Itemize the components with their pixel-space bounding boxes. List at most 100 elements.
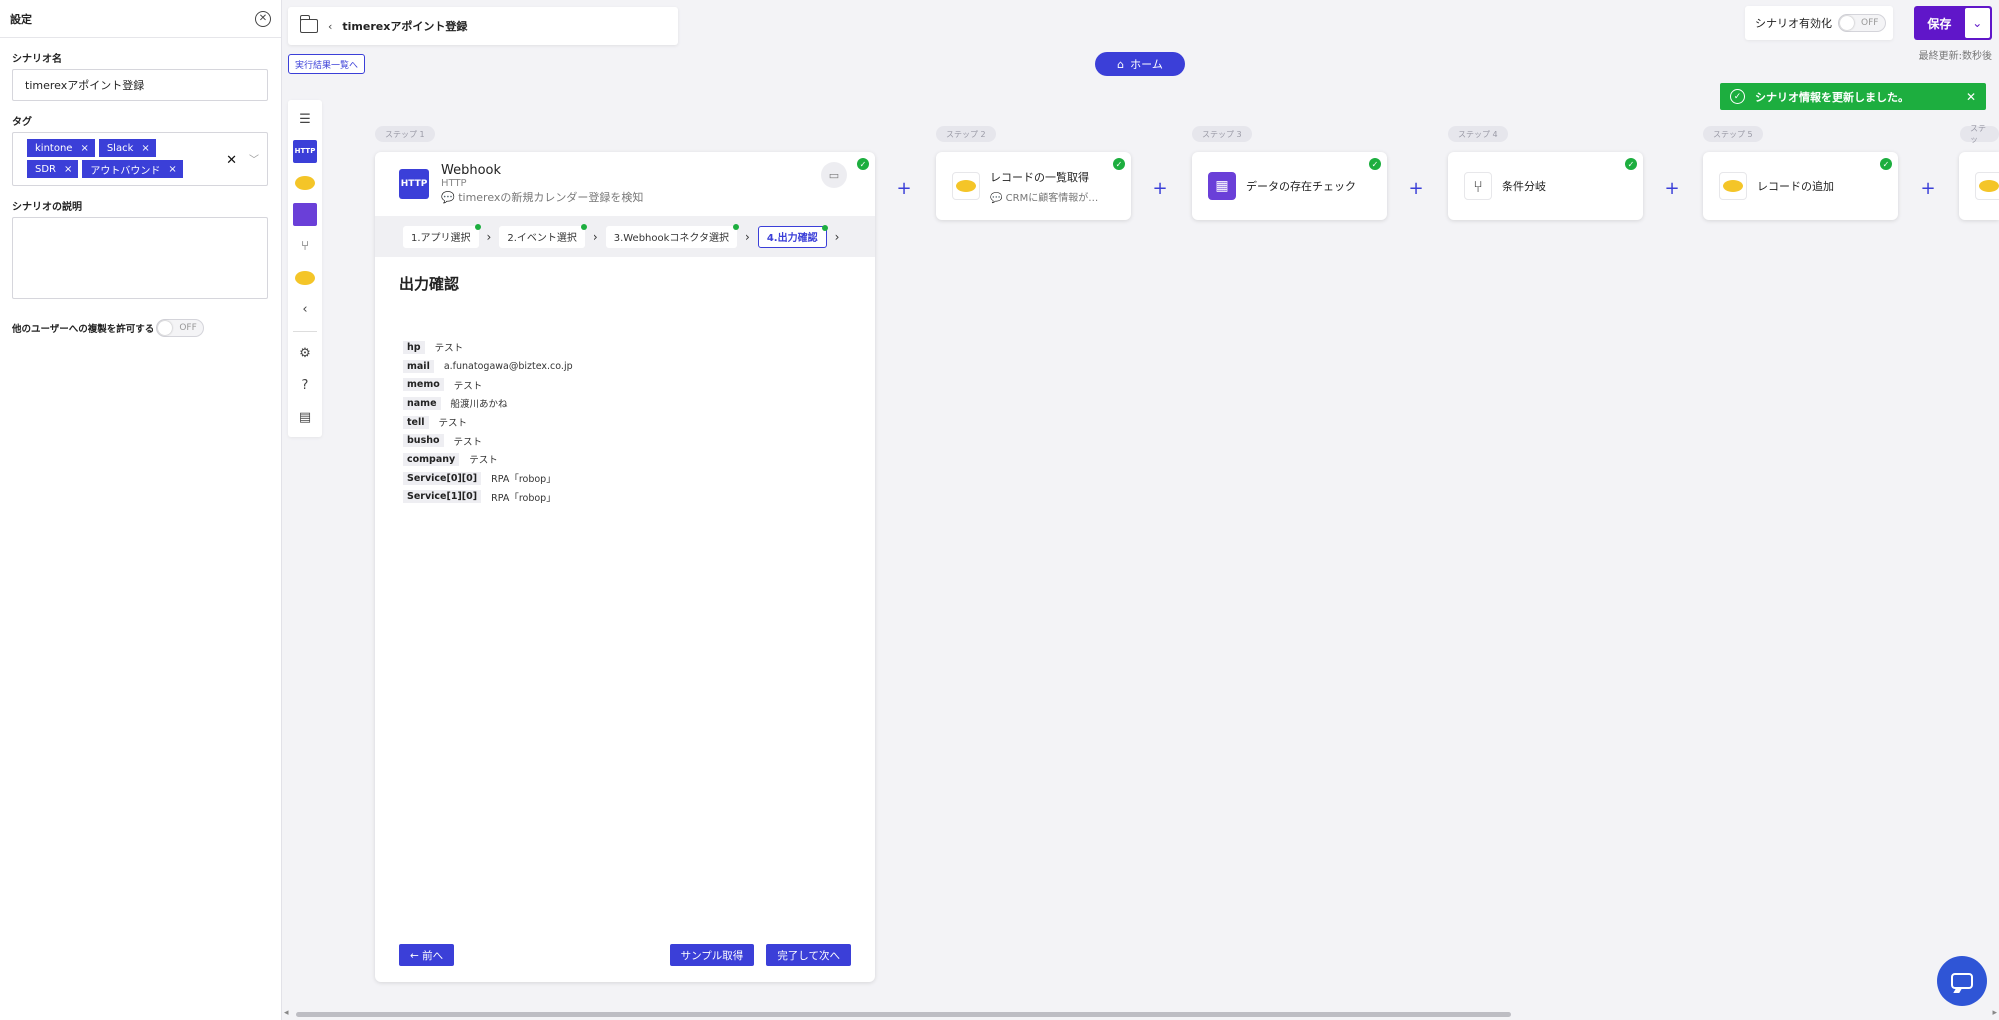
output-value: RPA「robop」 [491, 492, 556, 504]
remove-tag-icon[interactable]: × [168, 164, 176, 175]
enable-toggle[interactable]: OFF [1838, 14, 1886, 32]
check-icon: ✓ [1113, 158, 1125, 170]
output-value: a.funatogawa@biztex.co.jp [443, 360, 573, 372]
share-row: 他のユーザーへの複製を許可する OFF [12, 319, 281, 337]
add-step-button[interactable]: + [1662, 178, 1682, 199]
clear-tags-icon[interactable]: ✕ [226, 153, 237, 168]
tab-output-check[interactable]: 4.出力確認 [757, 224, 828, 248]
card-title: Webhook [441, 163, 502, 178]
tag-chip: Slack × [98, 139, 156, 157]
calendar-icon: ▦ [1208, 172, 1236, 200]
chevron-left-icon[interactable]: ‹ [328, 20, 332, 33]
share-label: 他のユーザーへの複製を許可する [12, 324, 155, 335]
kintone-step-icon[interactable] [293, 266, 317, 290]
collapse-icon[interactable]: ‹ [293, 298, 317, 322]
scrollbar-thumb[interactable] [296, 1012, 1511, 1017]
tag-chip: kintone × [27, 139, 95, 157]
output-row: tell テスト [403, 413, 875, 432]
kintone-step-icon[interactable] [293, 171, 317, 195]
scenario-enable: シナリオ有効化 OFF [1745, 6, 1893, 40]
add-step-button[interactable]: + [1918, 178, 1938, 199]
output-list: hp テスト mail a.funatogawa@biztex.co.jp memo… [403, 338, 875, 506]
scenario-name-input[interactable] [12, 69, 268, 101]
output-key: mail [403, 359, 434, 373]
save-button[interactable]: 保存 [1914, 15, 1965, 32]
tab-app-select[interactable]: 1.アプリ選択 [403, 223, 481, 248]
share-toggle[interactable]: OFF [156, 319, 205, 337]
remove-tag-icon[interactable]: × [64, 164, 72, 175]
chevron-right-icon: › [592, 229, 598, 244]
home-icon: ⌂ [1117, 57, 1125, 71]
step-card-record-add[interactable]: レコードの追加 ✓ [1703, 152, 1898, 220]
card-desc-text: timerexの新規カレンダー登録を検知 [458, 191, 644, 204]
support-chat-button[interactable] [1937, 956, 1987, 1006]
calendar-step-icon[interactable] [293, 202, 317, 227]
tab-label: 2.イベント選択 [507, 233, 577, 244]
folder-icon[interactable] [299, 15, 318, 33]
gear-icon[interactable]: ⚙ [293, 342, 317, 366]
settings-header: 設定 ✕ [0, 0, 281, 38]
close-icon[interactable]: ✕ [1966, 90, 1976, 104]
card-footer: ← 前へ サンプル取得 完了して次へ [399, 944, 851, 966]
status-dot [580, 223, 587, 230]
scroll-left-icon[interactable]: ◂ [284, 1008, 289, 1018]
remove-tag-icon[interactable]: × [141, 143, 149, 154]
branch-step-icon[interactable]: ⑂ [293, 234, 317, 258]
http-icon: HTTP [399, 169, 429, 199]
home-button[interactable]: ⌂ ホーム [1095, 52, 1185, 76]
tab-connector-select[interactable]: 3.Webhookコネクタ選択 [605, 223, 740, 248]
tag-label: アウトバウンド [90, 165, 161, 177]
chevron-right-icon: › [834, 229, 840, 244]
description-textarea[interactable] [12, 217, 268, 299]
tags-label: タグ [12, 117, 32, 128]
results-link[interactable]: 実行結果一覧へ [288, 54, 366, 74]
add-step-button[interactable]: + [894, 178, 914, 199]
status-dot [733, 223, 740, 230]
prev-button[interactable]: ← 前へ [399, 944, 455, 966]
output-value: 船渡川あかね [450, 399, 508, 411]
step-card-existence-check[interactable]: ▦ データの存在チェック ✓ [1192, 152, 1387, 220]
chevron-down-icon[interactable]: ﹀ [249, 151, 259, 166]
step-card-record-list[interactable]: レコードの一覧取得 💬 CRMに顧客情報が… ✓ [936, 152, 1131, 220]
output-key: name [403, 396, 441, 410]
tab-event-select[interactable]: 2.イベント選択 [499, 223, 587, 248]
scroll-right-icon[interactable]: ▸ [1992, 1008, 1997, 1018]
tag-chip: アウトバウンド × [82, 160, 183, 178]
status-dot [474, 223, 481, 230]
add-step-button[interactable]: + [1406, 178, 1426, 199]
card-app: HTTP [441, 178, 467, 189]
step-tag: ステップ 3 [1192, 126, 1252, 142]
step-tag: ステップ 1 [375, 126, 435, 142]
step-card-branch[interactable]: ⑂ 条件分岐 ✓ [1448, 152, 1643, 220]
step-card-partial[interactable] [1959, 152, 1999, 220]
settings-panel: 設定 ✕ シナリオ名 タグ kintone × Slack × SDR × アウトバウ… [0, 0, 282, 1020]
output-key: tell [403, 415, 429, 429]
tab-label: 1.アプリ選択 [411, 233, 471, 244]
log-icon[interactable]: ▤ [293, 405, 317, 429]
card-header: HTTP Webhook HTTP 💬 timerexの新規カレンダー登録を検知… [375, 152, 875, 216]
output-key: memo [403, 378, 444, 392]
check-icon: ✓ [1625, 158, 1637, 170]
horizontal-scrollbar[interactable]: ◂ ▸ [282, 1008, 1999, 1020]
sample-button[interactable]: サンプル取得 [669, 944, 755, 966]
chevron-right-icon: › [486, 229, 492, 244]
last-updated: 最終更新:数秒後 [1918, 51, 1992, 62]
chevron-down-icon[interactable]: ⌄ [1964, 8, 1990, 38]
help-icon[interactable]: ? [293, 374, 317, 398]
output-row: Service[0][0] RPA「robop」 [403, 469, 875, 488]
add-step-button[interactable]: + [1150, 178, 1170, 199]
scenario-name-label: シナリオ名 [12, 54, 62, 65]
remove-tag-icon[interactable]: × [80, 143, 88, 154]
http-step-icon[interactable]: HTTP [293, 139, 317, 164]
tags-select[interactable]: kintone × Slack × SDR × アウトバウンド × ✕ ﹀ [12, 132, 268, 186]
section-title: 出力確認 [399, 275, 460, 293]
step-tag: ステップ 2 [936, 126, 996, 142]
output-key: company [403, 452, 460, 466]
list-icon[interactable]: ☰ [293, 108, 317, 132]
tag-label: Slack [106, 142, 134, 154]
next-button[interactable]: 完了して次へ [766, 944, 851, 966]
comment-icon[interactable]: ▭ [821, 162, 847, 188]
output-row: name 船渡川あかね [403, 394, 875, 413]
close-icon[interactable]: ✕ [255, 10, 271, 27]
success-toast: ✓ シナリオ情報を更新しました。 ✕ [1720, 83, 1986, 110]
